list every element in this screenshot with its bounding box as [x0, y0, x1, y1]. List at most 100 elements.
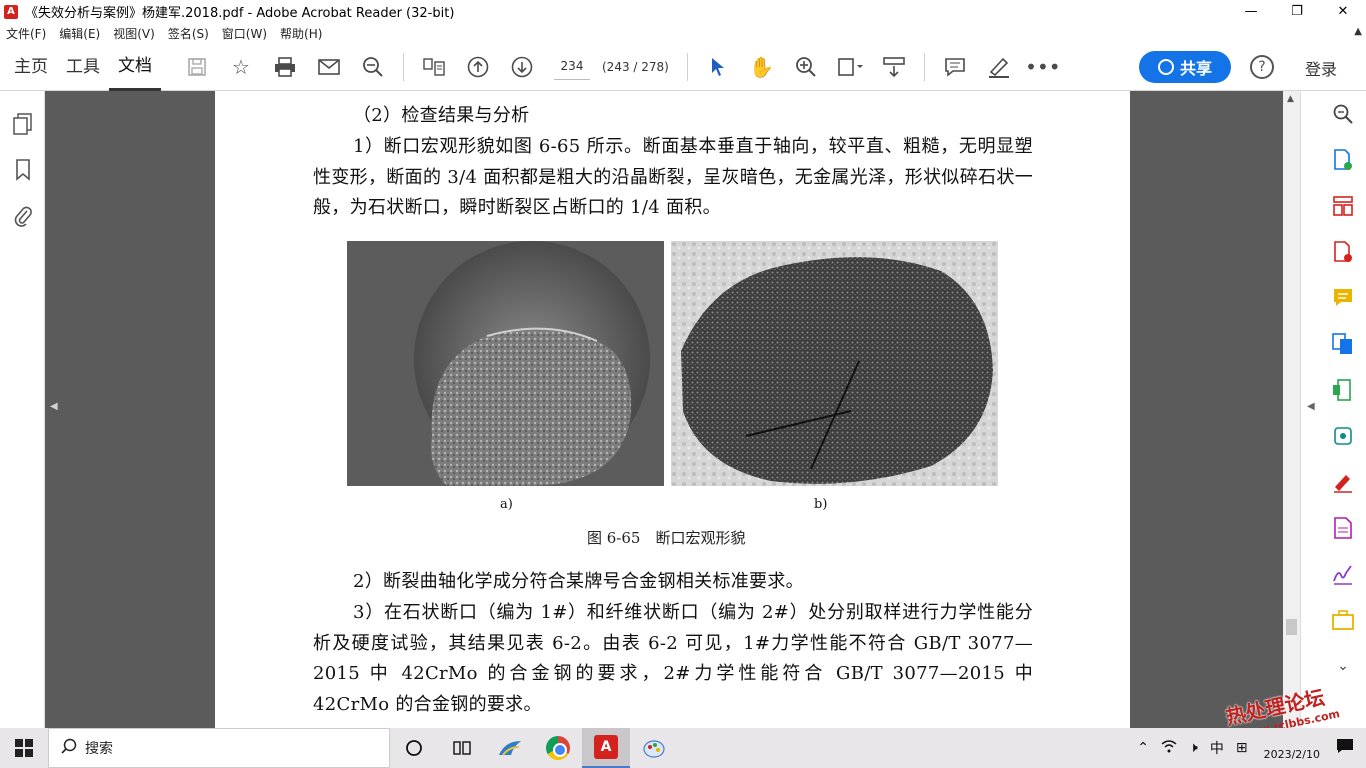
right-panel-divider: ◀ [1300, 91, 1320, 728]
fracture-photo-a [347, 241, 664, 486]
section-heading: （2）检查结果与分析 [353, 105, 530, 126]
notification-icon[interactable] [1336, 738, 1354, 758]
zoom-icon[interactable] [1320, 91, 1366, 137]
acrobat-taskbar-icon[interactable]: A [582, 728, 630, 768]
toolbar-separator [403, 52, 404, 81]
hand-tool-icon[interactable]: ✋ [740, 43, 784, 91]
chevron-up-icon[interactable]: ⌃ [1137, 740, 1149, 756]
paragraph-1: 1）断口宏观形貌如图 6-65 所示。断面基本垂直于轴向，较平直、粗糙，无明显塑… [313, 136, 1033, 218]
paragraph-2: 2）断裂曲轴化学成分符合某牌号合金钢相关标准要求。 [353, 571, 804, 592]
export-pdf-icon[interactable] [1320, 137, 1366, 183]
save-icon[interactable] [175, 43, 219, 91]
chevron-up-icon[interactable]: ▲ [1354, 26, 1362, 37]
minimize-button[interactable]: — [1228, 0, 1274, 23]
system-tray: ⌃ 🕨 中 ⊞ 2023/2/10 [1131, 728, 1366, 768]
scroll-mode-icon[interactable] [872, 43, 916, 91]
close-button[interactable]: ✕ [1320, 0, 1366, 23]
login-link[interactable]: 登录 [1305, 56, 1337, 80]
network-icon[interactable] [1161, 739, 1177, 757]
tab-document[interactable]: 文档 [109, 43, 161, 91]
ime-indicator[interactable]: 中 [1210, 738, 1224, 758]
highlight-pen-icon[interactable] [977, 43, 1021, 91]
search-label: 搜索 [85, 741, 113, 757]
date-label: 2023/2/10 [1263, 748, 1320, 761]
menu-edit[interactable]: 编辑(E) [59, 25, 100, 42]
select-cursor-icon[interactable] [696, 43, 740, 91]
collapse-left-panel-icon[interactable]: ◀ [50, 401, 58, 412]
figure-label-b: b) [814, 497, 828, 512]
right-tools-panel: ⌄ [1320, 91, 1366, 728]
search-icon [61, 738, 77, 758]
app-bird-icon[interactable] [486, 728, 534, 768]
toolbar-separator [923, 52, 925, 81]
comment-icon[interactable] [933, 43, 977, 91]
main-toolbar: 主页 工具 文档 ☆ (243 / 278) ✋ ••• [0, 43, 1366, 91]
mail-icon[interactable] [307, 43, 351, 91]
person-icon [1157, 59, 1174, 75]
collapse-right-panel-icon[interactable]: ◀ [1307, 401, 1315, 412]
attachment-icon[interactable] [0, 193, 45, 239]
page-number-input[interactable] [554, 53, 590, 80]
help-icon[interactable]: ? [1250, 55, 1274, 79]
fit-page-icon[interactable] [828, 43, 872, 91]
tab-home[interactable]: 主页 [5, 43, 57, 91]
menu-help[interactable]: 帮助(H) [280, 25, 322, 42]
figure-label-a: a) [500, 497, 513, 512]
page-thumbnails-icon[interactable] [0, 101, 45, 147]
signature-icon[interactable] [1320, 551, 1366, 597]
search-icon[interactable] [351, 43, 395, 91]
volume-muted-icon[interactable]: 🕨 [1189, 740, 1198, 756]
comment-tool-icon[interactable] [1320, 275, 1366, 321]
fill-sign-icon[interactable] [1320, 459, 1366, 505]
document-viewport[interactable]: ◀ （2）检查结果与分析 1）断口宏观形貌如图 6-65 所示。断面基本垂直于轴… [45, 91, 1283, 728]
document-icon[interactable] [1320, 505, 1366, 551]
vertical-scrollbar[interactable]: ▲ [1283, 91, 1300, 728]
combine-files-icon[interactable] [1320, 321, 1366, 367]
share-label: 共享 [1179, 59, 1212, 78]
page-count-label: (243 / 278) [602, 59, 669, 74]
scroll-thumb[interactable] [1286, 619, 1297, 635]
arrow-up-circle-icon[interactable] [456, 43, 500, 91]
windows-taskbar: 搜索 A ⌃ 🕨 中 ⊞ 2023/2/10 [0, 728, 1366, 768]
edit-pdf-icon[interactable] [1320, 413, 1366, 459]
scroll-up-arrow-icon[interactable]: ▲ [1287, 94, 1294, 104]
arrow-down-circle-icon[interactable] [500, 43, 544, 91]
cortana-icon[interactable] [390, 728, 438, 768]
bookmark-icon[interactable] [0, 147, 45, 193]
page-thumbnail-icon[interactable] [412, 43, 456, 91]
figure-6-65: a) b) [347, 241, 999, 512]
keyboard-icon[interactable]: ⊞ [1236, 740, 1248, 756]
menu-file[interactable]: 文件(F) [6, 25, 46, 42]
zoom-in-icon[interactable] [784, 43, 828, 91]
task-view-icon[interactable] [438, 728, 486, 768]
windows-logo-icon [15, 739, 33, 757]
acrobat-app-icon: A [4, 4, 18, 19]
chrome-icon[interactable] [534, 728, 582, 768]
more-icon[interactable]: ••• [1021, 43, 1065, 91]
maximize-button[interactable]: ❐ [1274, 0, 1320, 23]
clock[interactable]: 2023/2/10 [1264, 734, 1320, 762]
briefcase-icon[interactable] [1320, 597, 1366, 643]
menu-view[interactable]: 视图(V) [113, 25, 155, 42]
paragraph-3: 3）在石状断口（编为 1#）和纤维状断口（编为 2#）处分别取样进行力学性能分析… [313, 602, 1033, 715]
menu-bar: 文件(F) 编辑(E) 视图(V) 签名(S) 窗口(W) 帮助(H) ▲ [0, 23, 1366, 43]
organize-pages-icon[interactable] [1320, 183, 1366, 229]
taskbar-search-box[interactable]: 搜索 [48, 728, 390, 768]
left-navigation-panel [0, 91, 45, 728]
print-icon[interactable] [263, 43, 307, 91]
compress-icon[interactable] [1320, 367, 1366, 413]
window-controls: — ❐ ✕ [1228, 0, 1366, 23]
create-pdf-icon[interactable] [1320, 229, 1366, 275]
pdf-page: （2）检查结果与分析 1）断口宏观形貌如图 6-65 所示。断面基本垂直于轴向，… [215, 91, 1130, 728]
fracture-photo-b [671, 241, 998, 486]
tab-tools[interactable]: 工具 [57, 43, 109, 91]
menu-window[interactable]: 窗口(W) [222, 25, 267, 42]
figure-caption: 图 6-65 断口宏观形貌 [587, 529, 746, 547]
paint-icon[interactable] [630, 728, 678, 768]
menu-sign[interactable]: 签名(S) [168, 25, 209, 42]
toolbar-separator [686, 52, 688, 81]
start-button[interactable] [0, 728, 48, 768]
share-button[interactable]: 共享 [1139, 51, 1231, 83]
star-icon[interactable]: ☆ [219, 43, 263, 91]
title-bar: A 《失效分析与案例》杨建军.2018.pdf - Adobe Acrobat … [0, 0, 1366, 23]
